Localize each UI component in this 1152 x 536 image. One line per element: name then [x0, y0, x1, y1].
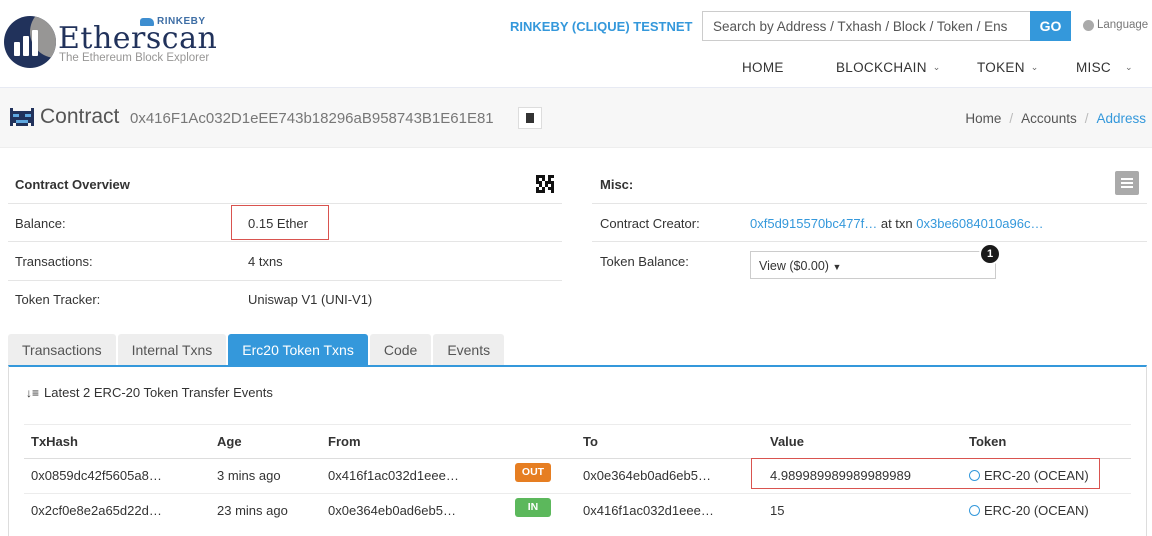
value-token-highlight-box	[751, 458, 1100, 489]
column-header-value: Value	[770, 434, 804, 449]
txhash-link[interactable]: 0x0859dc42f5605a8…	[31, 468, 162, 483]
tab-events[interactable]: Events	[433, 334, 505, 366]
row-divider	[24, 493, 1131, 494]
from-cell: 0x416f1ac032d1eee…	[328, 468, 459, 483]
tab-transactions[interactable]: Transactions	[8, 334, 116, 366]
token-balance-label: Token Balance:	[600, 254, 689, 269]
token-link[interactable]: ERC-20 (OCEAN)	[969, 503, 1089, 518]
contract-address: 0x416F1Ac032D1eEE743b18296aB958743B1E61E…	[130, 110, 494, 127]
txhash-link[interactable]: 0x2cf0e8e2a65d22d…	[31, 503, 162, 518]
nav-blockchain[interactable]: BLOCKCHAIN ⌄	[836, 60, 941, 75]
tab-bar: Transactions Internal Txns Erc20 Token T…	[8, 334, 505, 366]
token-icon	[969, 505, 980, 516]
events-summary: ↓≡ Latest 2 ERC-20 Token Transfer Events	[26, 385, 273, 400]
copy-address-button[interactable]	[518, 107, 542, 129]
language-selector[interactable]: Language	[1083, 19, 1148, 31]
overview-title: Contract Overview	[15, 177, 130, 192]
column-header-to: To	[583, 434, 598, 449]
contract-creator-label: Contract Creator:	[600, 216, 700, 231]
chevron-down-icon: ⌄	[1030, 62, 1039, 72]
token-tracker-link[interactable]: Uniswap V1 (UNI-V1)	[248, 292, 372, 307]
contract-creator-value: 0xf5d915570bc477f… at txn 0x3be6084010a9…	[750, 216, 1044, 231]
age-cell: 3 mins ago	[217, 468, 281, 483]
transactions-label: Transactions:	[15, 254, 93, 269]
column-header-from: From	[328, 434, 361, 449]
direction-badge-out: OUT	[515, 463, 551, 482]
menu-icon[interactable]	[1115, 171, 1139, 195]
sort-icon: ↓≡	[26, 385, 40, 400]
token-count-badge: 1	[979, 243, 1001, 265]
qr-code-icon[interactable]	[536, 175, 554, 193]
to-cell: 0x416f1ac032d1eee…	[583, 503, 714, 518]
misc-title: Misc:	[600, 177, 634, 192]
caret-down-icon: ▼	[832, 262, 842, 272]
breadcrumb: Home / Accounts / Address	[965, 111, 1146, 126]
to-link[interactable]: 0x0e364eb0ad6eb5…	[583, 468, 711, 483]
network-label: RINKEBY (CLIQUE) TESTNET	[510, 19, 693, 34]
divider	[8, 280, 562, 281]
tab-internal-txns[interactable]: Internal Txns	[117, 334, 227, 366]
nav-home[interactable]: HOME	[742, 60, 784, 75]
nav-token[interactable]: TOKEN ⌄	[977, 60, 1039, 75]
divider	[8, 241, 562, 242]
search-input[interactable]	[702, 11, 1030, 41]
breadcrumb-accounts[interactable]: Accounts	[1021, 111, 1077, 126]
breadcrumb-separator: /	[1009, 111, 1014, 126]
copy-icon	[523, 110, 534, 123]
balance-highlight-box	[231, 205, 329, 240]
nav-misc[interactable]: MISC ⌄	[1076, 60, 1133, 75]
table-top-divider	[24, 424, 1131, 425]
chevron-down-icon: ⌄	[1124, 62, 1133, 72]
creator-at-txn-text: at txn	[880, 216, 913, 231]
column-header-age: Age	[217, 434, 242, 449]
logo-wordmark: Etherscan	[58, 21, 218, 56]
token-tracker-label: Token Tracker:	[15, 292, 101, 307]
creator-txn-link[interactable]: 0x3be6084010a96c…	[916, 216, 1043, 231]
creator-address-link[interactable]: 0xf5d915570bc477f…	[750, 216, 877, 231]
breadcrumb-separator: /	[1084, 111, 1089, 126]
from-link[interactable]: 0x0e364eb0ad6eb5…	[328, 503, 456, 518]
value-cell: 15	[770, 503, 785, 518]
logo-tagline: The Ethereum Block Explorer	[59, 52, 210, 64]
balance-label: Balance:	[15, 216, 66, 231]
column-header-token: Token	[969, 434, 1007, 449]
breadcrumb-address: Address	[1096, 111, 1146, 126]
age-cell: 23 mins ago	[217, 503, 288, 518]
etherscan-logo[interactable]: RINKEBY Etherscan The Ethereum Block Exp…	[2, 14, 222, 74]
chevron-down-icon: ⌄	[932, 62, 941, 72]
divider	[8, 203, 562, 204]
divider	[592, 241, 1147, 242]
page-title: Contract	[40, 105, 120, 128]
direction-badge-in: IN	[515, 498, 551, 517]
contract-icon	[10, 108, 34, 126]
globe-icon	[1083, 19, 1094, 31]
column-header-txhash: TxHash	[31, 434, 78, 449]
tab-code[interactable]: Code	[369, 334, 432, 366]
transactions-value: 4 txns	[248, 254, 283, 269]
divider	[592, 203, 1147, 204]
breadcrumb-home[interactable]: Home	[965, 111, 1001, 126]
logo-mark-icon	[4, 16, 56, 68]
token-balance-dropdown[interactable]: View ($0.00) ▼	[750, 251, 996, 279]
go-button[interactable]: GO	[1030, 11, 1071, 41]
tab-erc20-token-txns[interactable]: Erc20 Token Txns	[228, 334, 368, 366]
